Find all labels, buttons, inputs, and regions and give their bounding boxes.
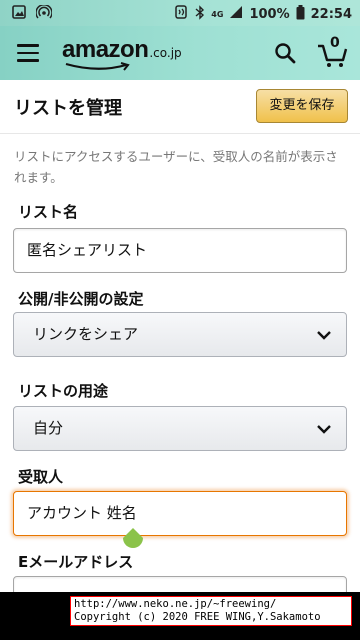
email-label: Eメールアドレス xyxy=(18,553,134,571)
search-icon[interactable] xyxy=(274,42,296,64)
battery-percent: 100% xyxy=(249,6,290,22)
purpose-label: リストの用途 xyxy=(18,382,109,400)
copyright-url: http://www.neko.ne.jp/~freewing/ xyxy=(74,598,277,610)
save-button[interactable]: 変更を保存 xyxy=(256,89,348,123)
purpose-select[interactable]: 自分 xyxy=(13,406,347,451)
privacy-selected-value: リンクをシェア xyxy=(33,325,139,343)
status-bar: 4G 100% 22:54 xyxy=(0,0,360,26)
smile-arrow-icon xyxy=(65,62,130,71)
app-header: amazon.co.jp 0 xyxy=(0,26,360,80)
privacy-select[interactable]: リンクをシェア xyxy=(13,312,347,357)
battery-icon xyxy=(296,4,305,24)
signal-icon xyxy=(229,5,243,23)
chevron-down-icon xyxy=(317,331,331,340)
recipient-label: 受取人 xyxy=(18,468,64,486)
purpose-selected-value: 自分 xyxy=(33,419,64,437)
recipient-input[interactable]: アカウント 姓名 xyxy=(13,491,347,536)
copyright-line: Copyright (c) 2020 FREE WING,Y.Sakamoto xyxy=(74,611,321,623)
hotspot-icon xyxy=(35,3,53,23)
nfc-icon xyxy=(173,4,189,24)
list-name-label: リスト名 xyxy=(18,203,79,221)
page-title: リストを管理 xyxy=(14,98,122,119)
copyright-notice: http://www.neko.ne.jp/~freewing/ Copyrig… xyxy=(70,596,352,626)
cart-icon[interactable]: 0 xyxy=(317,35,349,68)
image-icon xyxy=(12,5,26,23)
bluetooth-icon xyxy=(195,4,205,24)
amazon-logo[interactable]: amazon.co.jp xyxy=(62,36,182,71)
description-text: リストにアクセスするユーザーに、受取人の名前が表示されます。 xyxy=(14,149,338,185)
list-name-input[interactable]: 匿名シェアリスト xyxy=(13,228,347,273)
chevron-down-icon xyxy=(317,425,331,434)
menu-icon[interactable] xyxy=(17,44,39,62)
clock: 22:54 xyxy=(310,6,352,22)
text-cursor-handle[interactable] xyxy=(122,528,144,550)
privacy-label: 公開/非公開の設定 xyxy=(18,290,144,308)
page-header: リストを管理 変更を保存 xyxy=(0,80,360,134)
network-type: 4G xyxy=(211,9,224,19)
cart-count: 0 xyxy=(330,35,340,51)
